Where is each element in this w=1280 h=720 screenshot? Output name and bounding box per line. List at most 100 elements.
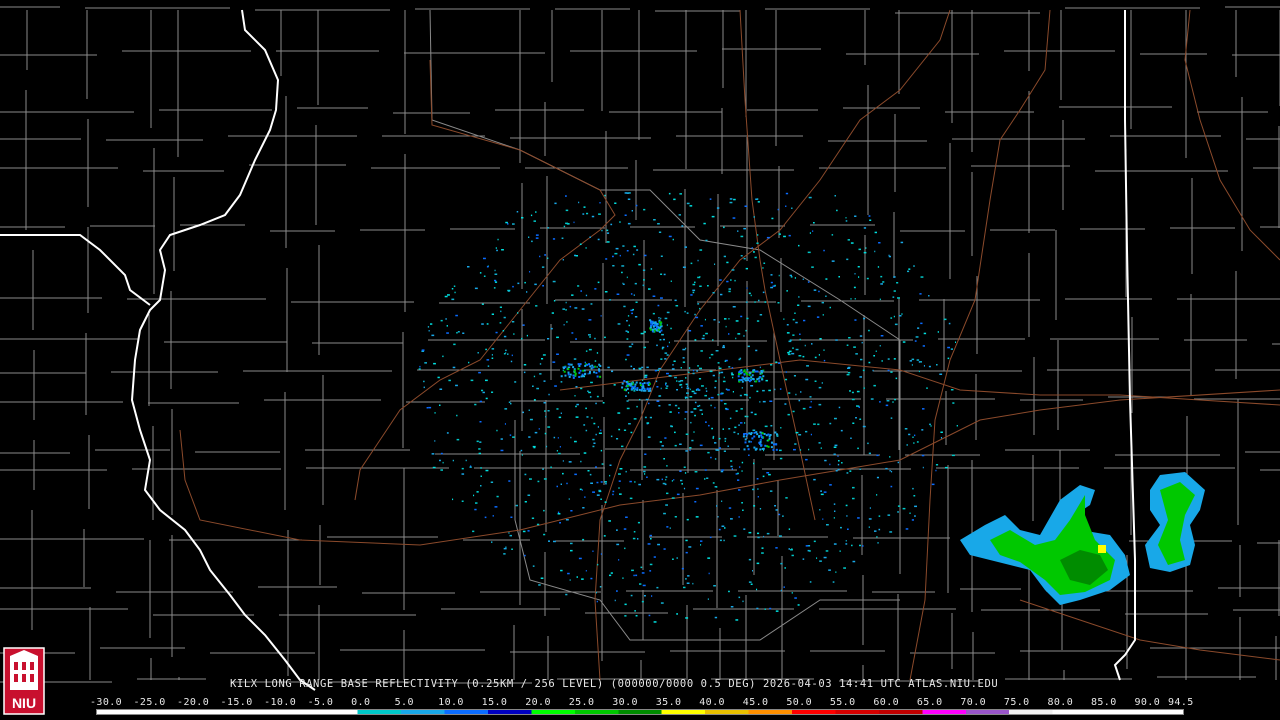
echo-pixel <box>570 542 573 545</box>
echo-pixel <box>642 379 644 381</box>
county-line <box>716 10 724 680</box>
echo-pixel <box>800 391 802 393</box>
echo-pixel <box>631 312 633 315</box>
echo-pixel <box>547 227 549 229</box>
echo-pixel <box>699 444 703 447</box>
echo-pixel <box>439 388 443 390</box>
echo-pixel <box>508 290 510 292</box>
echo-pixel <box>855 353 858 355</box>
echo-pixel <box>522 411 524 414</box>
echo-pixel <box>517 282 520 285</box>
echo-pixel <box>791 207 793 209</box>
echo-pixel <box>536 387 539 390</box>
echo-pixel <box>838 276 840 278</box>
echo-pixel <box>656 478 660 481</box>
echo-pixel <box>534 431 538 434</box>
echo-pixel <box>661 347 664 350</box>
echo-pixel <box>668 192 671 195</box>
echo-pixel <box>718 372 721 374</box>
echo-pixel <box>851 544 853 547</box>
state-line <box>0 234 151 306</box>
echo-pixel <box>646 422 650 424</box>
echo-pixel <box>562 308 565 310</box>
niu-logo: NIU <box>3 647 45 715</box>
echo-pixel <box>586 416 589 418</box>
echo-pixel <box>897 511 899 513</box>
echo-pixel <box>768 389 771 392</box>
echo-pixel <box>676 493 680 496</box>
echo-pixel <box>750 294 752 297</box>
echo-pixel <box>439 459 441 462</box>
echo-pixel <box>699 409 703 411</box>
echo-pixel <box>547 426 551 428</box>
echo-pixel <box>816 557 818 559</box>
echo-pixel <box>945 466 948 469</box>
echo-pixel <box>712 292 715 294</box>
echo-pixel <box>695 516 699 518</box>
echo-pixel <box>750 583 753 585</box>
echo-pixel <box>849 470 852 472</box>
echo-pixel <box>446 432 449 434</box>
echo-pixel <box>680 479 683 482</box>
echo-pixel <box>589 236 591 238</box>
echo-pixel <box>642 584 646 587</box>
echo-pixel <box>656 386 659 388</box>
echo-pixel <box>674 404 678 407</box>
echo-pixel <box>491 348 495 350</box>
echo-pixel <box>718 528 721 531</box>
echo-pixel <box>626 385 629 387</box>
echo-pixel <box>496 495 499 498</box>
echo-pixel <box>640 332 644 335</box>
echo-pixel <box>583 206 586 208</box>
echo-pixel <box>778 513 781 516</box>
echo-pixel <box>567 363 570 366</box>
echo-pixel <box>689 449 691 451</box>
echo-pixel <box>774 431 777 434</box>
echo-pixel <box>688 330 692 332</box>
echo-pixel <box>601 229 603 232</box>
echo-pixel <box>816 316 820 318</box>
county-line <box>601 10 607 661</box>
echo-pixel <box>739 379 742 381</box>
echo-pixel <box>670 280 672 282</box>
echo-pixel <box>586 212 589 215</box>
echo-pixel <box>642 284 645 287</box>
highway <box>354 59 616 501</box>
echo-pixel <box>556 353 559 355</box>
echo-pixel <box>697 259 699 262</box>
echo-pixel <box>808 448 810 451</box>
scale-label: 20.0 <box>525 697 551 708</box>
echo-pixel <box>759 366 761 369</box>
echo-pixel <box>760 436 763 439</box>
echo-pixel <box>720 371 724 374</box>
echo-pixel <box>911 364 913 366</box>
echo-pixel <box>514 381 517 383</box>
echo-pixel <box>878 515 881 517</box>
echo-pixel <box>666 311 670 314</box>
echo-pixel <box>807 251 811 254</box>
highway <box>559 359 1280 406</box>
echo-pixel <box>646 382 649 385</box>
echo-pixel <box>637 538 639 540</box>
echo-pixel <box>826 524 829 526</box>
echo-pixel <box>692 372 695 375</box>
county-line <box>280 10 289 676</box>
echo-pixel <box>770 281 773 284</box>
echo-pixel <box>937 331 939 333</box>
echo-pixel <box>683 487 686 490</box>
echo-pixel <box>893 276 896 278</box>
echo-pixel <box>778 362 781 364</box>
echo-pixel <box>652 295 656 297</box>
county-line <box>315 10 324 680</box>
echo-pixel <box>543 380 546 382</box>
echo-pixel <box>644 374 648 377</box>
echo-pixel <box>638 388 641 391</box>
echo-pixel <box>694 501 697 503</box>
echo-pixel <box>763 433 766 435</box>
echo-pixel <box>616 543 620 546</box>
echo-pixel <box>676 613 678 615</box>
echo-pixel <box>902 341 906 343</box>
echo-pixel <box>423 380 425 383</box>
echo-pixel <box>630 382 633 385</box>
echo-pixel <box>644 473 646 475</box>
